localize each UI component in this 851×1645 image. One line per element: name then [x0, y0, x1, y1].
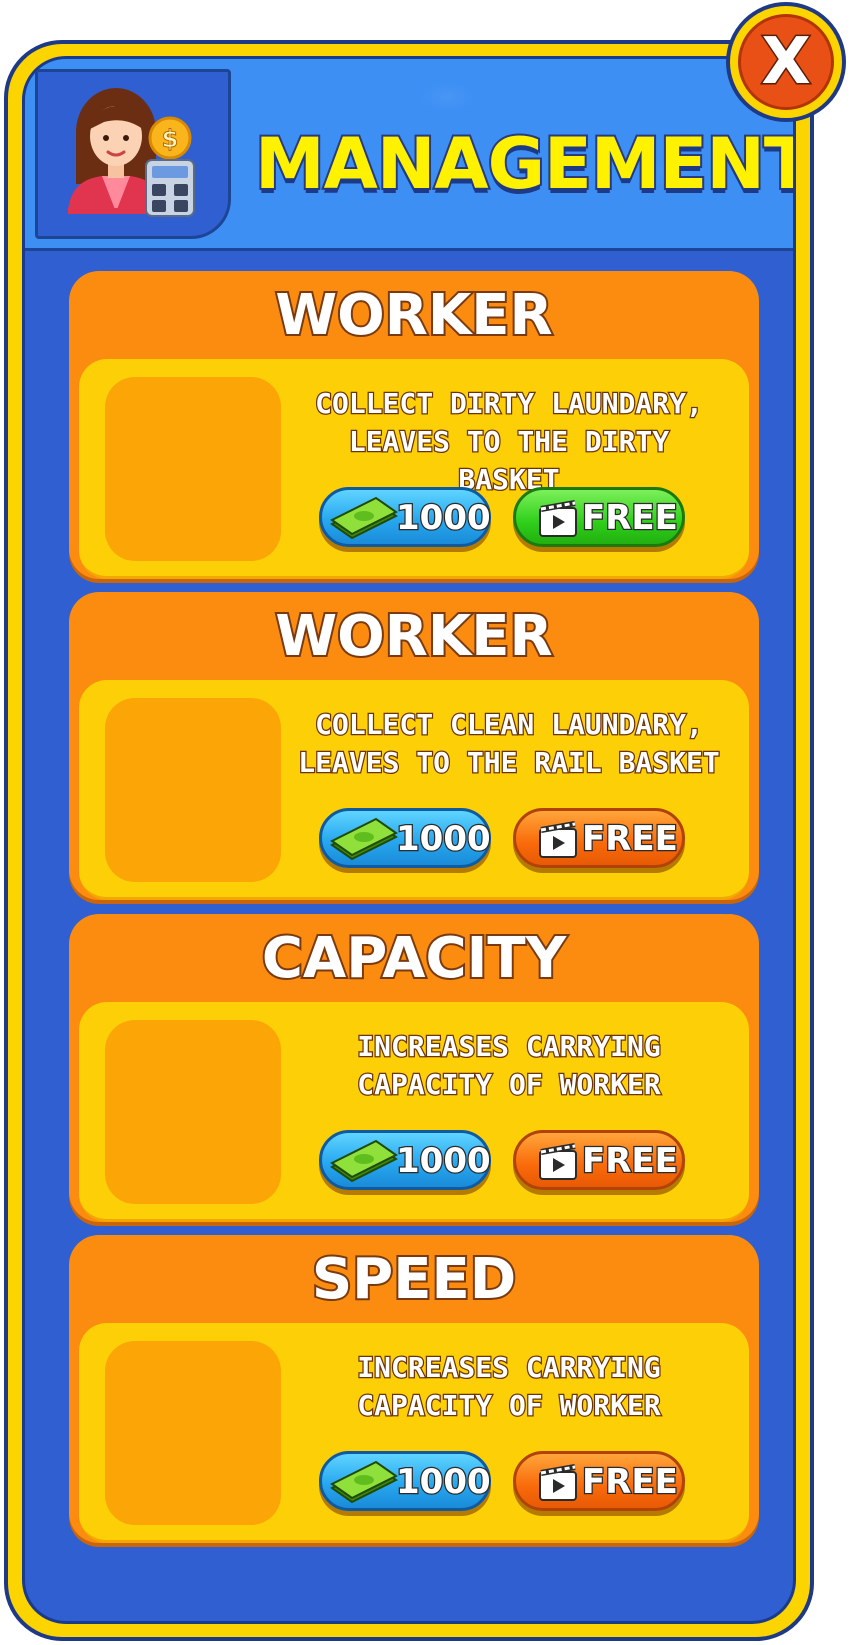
upgrade-description: COLLECT CLEAN LAUNDARY, LEAVES TO THE RA…: [297, 707, 721, 781]
buy-with-cash-button[interactable]: 1000: [319, 1130, 492, 1190]
upgrade-card-speed: SPEED INCREASES CARRYING CAPACITY OF WOR…: [69, 1235, 759, 1543]
upgrade-description: INCREASES CARRYING CAPACITY OF WORKER: [356, 1029, 662, 1103]
video-play-icon: [539, 1143, 577, 1180]
avatar-frame: $: [35, 69, 231, 239]
watch-ad-free-button[interactable]: FREE: [513, 1130, 685, 1190]
upgrade-card-capacity: CAPACITY INCREASES CARRYING CAPACITY OF …: [69, 914, 759, 1222]
video-play-icon: [539, 821, 577, 858]
free-label: FREE: [581, 1462, 679, 1502]
panel-inner: $ MANAGEMENT WORKER COLLECT DIRTY LAUNDA…: [22, 56, 796, 1624]
video-play-icon: [539, 1464, 577, 1501]
price-label: 1000: [395, 1141, 492, 1181]
upgrade-description: COLLECT DIRTY LAUNDARY, LEAVES TO THE DI…: [314, 386, 704, 498]
panel-header: $ MANAGEMENT: [25, 59, 793, 251]
price-label: 1000: [395, 1462, 492, 1502]
price-label: 1000: [395, 498, 492, 538]
upgrade-card-worker-clean: WORKER COLLECT CLEAN LAUNDARY, LEAVES TO…: [69, 592, 759, 900]
accountant-avatar-icon: $: [68, 88, 195, 217]
buy-with-cash-button[interactable]: 1000: [319, 1451, 492, 1511]
card-title: SPEED: [310, 1245, 518, 1314]
close-button-face: X: [738, 14, 834, 110]
cash-icon: [330, 817, 398, 861]
upgrade-image-slot: [105, 1020, 281, 1204]
watch-ad-free-button[interactable]: FREE: [513, 1451, 685, 1511]
card-body: INCREASES CARRYING CAPACITY OF WORKER 10…: [79, 1002, 749, 1222]
cash-icon: [330, 496, 398, 540]
card-title: WORKER: [273, 602, 554, 671]
card-body: COLLECT DIRTY LAUNDARY, LEAVES TO THE DI…: [79, 359, 749, 579]
upgrade-image-slot: [105, 698, 281, 882]
svg-text:$: $: [162, 125, 179, 153]
upgrade-card-worker-dirty: WORKER COLLECT DIRTY LAUNDARY, LEAVES TO…: [69, 271, 759, 579]
cash-icon: [330, 1139, 398, 1183]
close-button[interactable]: X: [726, 2, 846, 122]
card-title: WORKER: [273, 281, 554, 350]
free-label: FREE: [581, 819, 679, 859]
card-body: INCREASES CARRYING CAPACITY OF WORKER 10…: [79, 1323, 749, 1543]
free-label: FREE: [581, 498, 679, 538]
buy-with-cash-button[interactable]: 1000: [319, 808, 492, 868]
upgrade-image-slot: [105, 377, 281, 561]
page-title: MANAGEMENT: [253, 121, 796, 207]
upgrade-description: INCREASES CARRYING CAPACITY OF WORKER: [356, 1350, 662, 1424]
upgrade-image-slot: [105, 1341, 281, 1525]
video-play-icon: [539, 500, 577, 537]
management-panel: $ MANAGEMENT WORKER COLLECT DIRTY LAUNDA…: [4, 40, 814, 1641]
close-icon: X: [760, 25, 812, 99]
watch-ad-free-button[interactable]: FREE: [513, 487, 685, 547]
free-label: FREE: [581, 1141, 679, 1181]
card-title: CAPACITY: [260, 924, 568, 993]
buy-with-cash-button[interactable]: 1000: [319, 487, 492, 547]
watch-ad-free-button[interactable]: FREE: [513, 808, 685, 868]
card-body: COLLECT CLEAN LAUNDARY, LEAVES TO THE RA…: [79, 680, 749, 900]
price-label: 1000: [395, 819, 492, 859]
cash-icon: [330, 1460, 398, 1504]
